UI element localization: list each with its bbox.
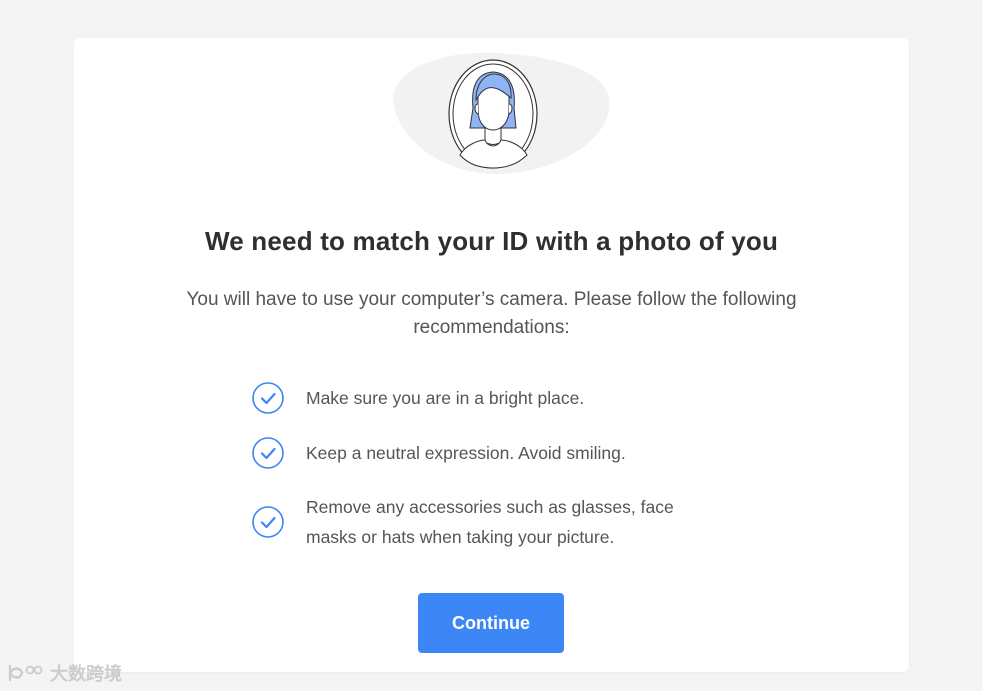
recommendation-item: Make sure you are in a bright place. xyxy=(252,382,732,414)
check-circle-icon xyxy=(252,437,284,469)
recommendation-item: Keep a neutral expression. Avoid smiling… xyxy=(252,437,732,469)
check-circle-icon xyxy=(252,506,284,538)
check-circle-icon xyxy=(252,382,284,414)
recommendation-text: Keep a neutral expression. Avoid smiling… xyxy=(306,443,626,463)
face-portrait-illustration xyxy=(376,48,612,178)
face-portrait-icon xyxy=(393,52,610,174)
page-title: We need to match your ID with a photo of… xyxy=(204,226,779,256)
watermark: 大数跨境 xyxy=(6,658,122,688)
recommendation-text: Make sure you are in a bright place. xyxy=(306,388,585,408)
instructions-text: You will have to use your computer’s cam… xyxy=(186,289,797,338)
verification-card: We need to match your ID with a photo of… xyxy=(74,38,909,672)
recommendation-item: Remove any accessories such as glasses, … xyxy=(252,492,732,552)
watermark-logo-icon xyxy=(8,664,43,682)
watermark-text: 大数跨境 xyxy=(50,664,122,684)
continue-button[interactable]: Continue xyxy=(418,593,564,653)
recommendation-text: Remove any accessories such as glasses, … xyxy=(306,497,674,547)
